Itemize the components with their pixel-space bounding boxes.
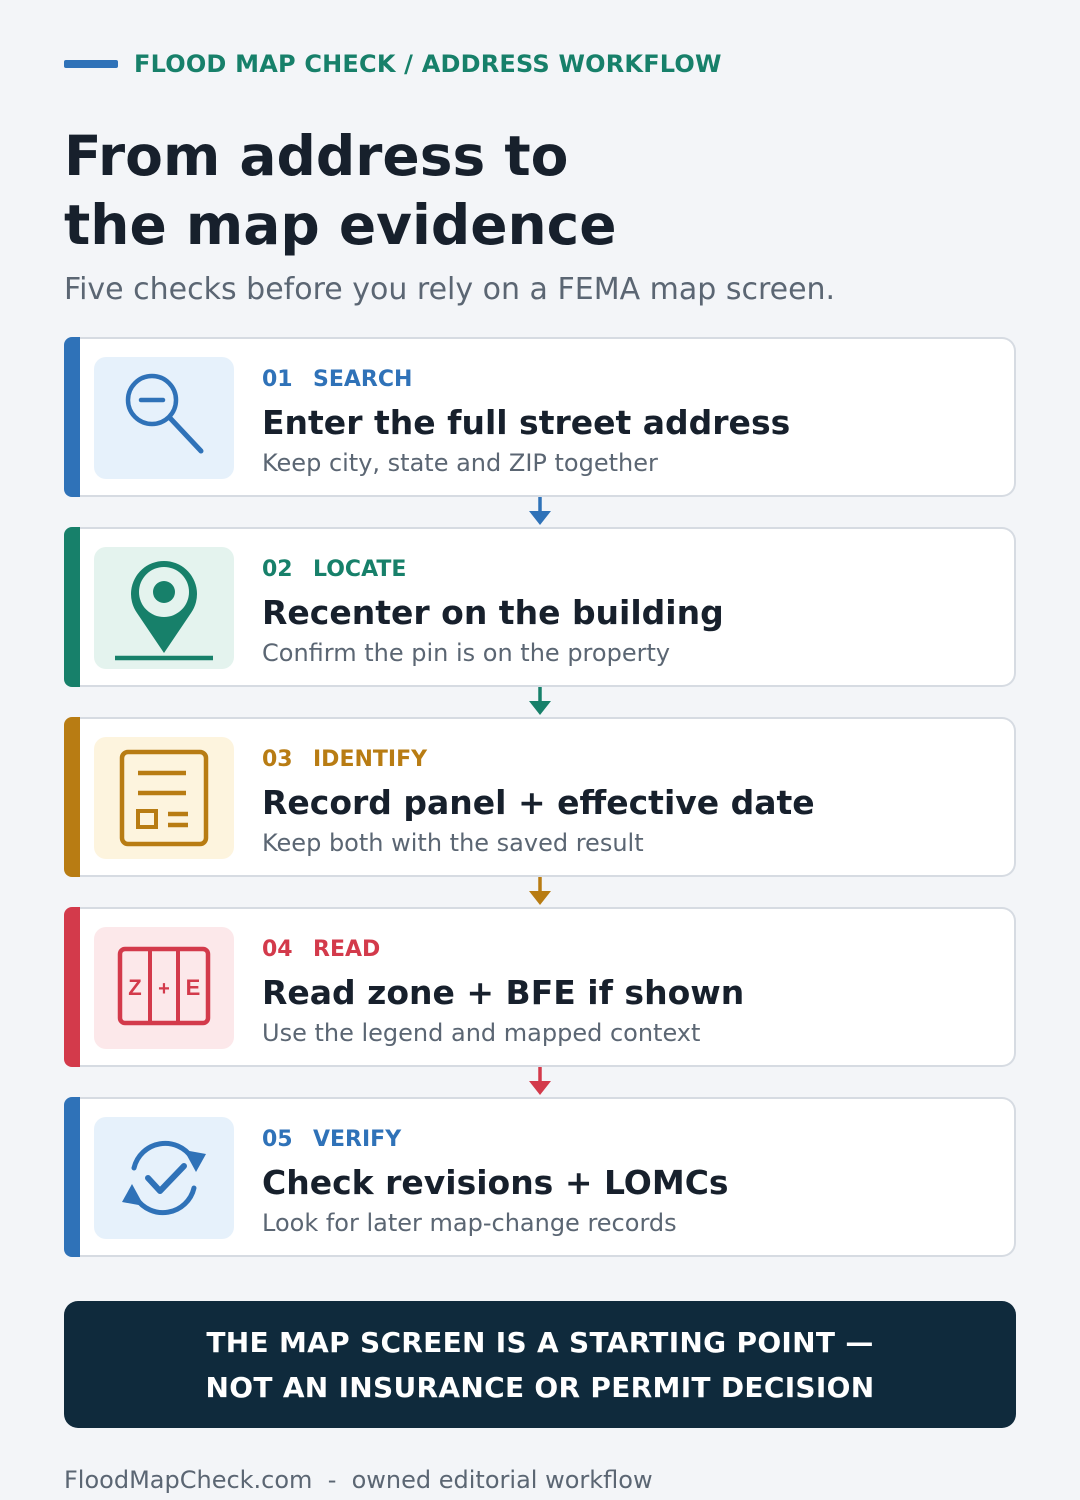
step-tag: READ [313, 937, 381, 962]
banner-line-1: THE MAP SCREEN IS A STARTING POINT — [206, 1325, 874, 1359]
step-accent-bar [64, 1097, 80, 1257]
step-description: Confirm the pin is on the property [262, 639, 671, 667]
step-number: 04 [262, 937, 293, 962]
title-line-1: From address to [64, 124, 569, 188]
step-locate: 02 LOCATE Recenter on the building Confi… [64, 527, 1016, 687]
step-title: Record panel + effective date [262, 783, 815, 822]
step-tag: IDENTIFY [313, 747, 428, 772]
zone-legend-icon: Z + E [117, 946, 211, 1026]
search-icon [125, 373, 204, 454]
step-accent-bar [64, 527, 80, 687]
kicker-bar [64, 60, 118, 68]
step-number: 05 [262, 1127, 293, 1152]
step-number: 03 [262, 747, 293, 772]
step-icon-box [94, 1117, 234, 1239]
zone-icon-left: Z [128, 975, 141, 1000]
step-description: Look for later map-change records [262, 1209, 677, 1237]
map-pin-icon [115, 561, 213, 661]
step-identify: 03 IDENTIFY Record panel + effective dat… [64, 717, 1016, 877]
step-number: 02 [262, 557, 293, 582]
footer-credit: FloodMapCheck.com - owned editorial work… [64, 1466, 653, 1494]
step-title: Read zone + BFE if shown [262, 973, 745, 1012]
step-icon-box [94, 357, 234, 479]
step-title: Enter the full street address [262, 403, 791, 442]
step-tag: LOCATE [313, 557, 407, 582]
page-subtitle: Five checks before you rely on a FEMA ma… [64, 272, 836, 307]
step-verify: 05 VERIFY Check revisions + LOMCs Look f… [64, 1097, 1016, 1257]
step-title: Recenter on the building [262, 593, 724, 632]
step-read: Z + E 04 READ Read zone + BFE if shown U… [64, 907, 1016, 1067]
zone-icon-mid: + [158, 978, 170, 1000]
down-arrow-icon [529, 1067, 551, 1095]
step-accent-bar [64, 337, 80, 497]
document-panel-icon [119, 749, 209, 847]
step-search: 01 SEARCH Enter the full street address … [64, 337, 1016, 497]
step-description: Keep both with the saved result [262, 829, 644, 857]
step-number: 01 [262, 367, 293, 392]
page-title: From address to the map evidence [64, 122, 964, 260]
kicker-text: FLOOD MAP CHECK / ADDRESS WORKFLOW [134, 50, 722, 78]
banner-line-2: NOT AN INSURANCE OR PERMIT DECISION [205, 1370, 875, 1404]
down-arrow-icon [529, 877, 551, 905]
kicker: FLOOD MAP CHECK / ADDRESS WORKFLOW [64, 50, 722, 78]
disclaimer-banner: THE MAP SCREEN IS A STARTING POINT — NOT… [64, 1301, 1016, 1428]
step-description: Use the legend and mapped context [262, 1019, 701, 1047]
step-tag: VERIFY [313, 1127, 402, 1152]
step-description: Keep city, state and ZIP together [262, 449, 658, 477]
down-arrow-icon [529, 497, 551, 525]
step-tag: SEARCH [313, 367, 413, 392]
step-accent-bar [64, 907, 80, 1067]
step-icon-box [94, 547, 234, 669]
step-icon-box [94, 737, 234, 859]
title-line-2: the map evidence [64, 193, 617, 257]
down-arrow-icon [529, 687, 551, 715]
zone-icon-right: E [186, 975, 201, 1000]
step-icon-box: Z + E [94, 927, 234, 1049]
step-accent-bar [64, 717, 80, 877]
refresh-check-icon [122, 1140, 206, 1216]
step-title: Check revisions + LOMCs [262, 1163, 729, 1202]
